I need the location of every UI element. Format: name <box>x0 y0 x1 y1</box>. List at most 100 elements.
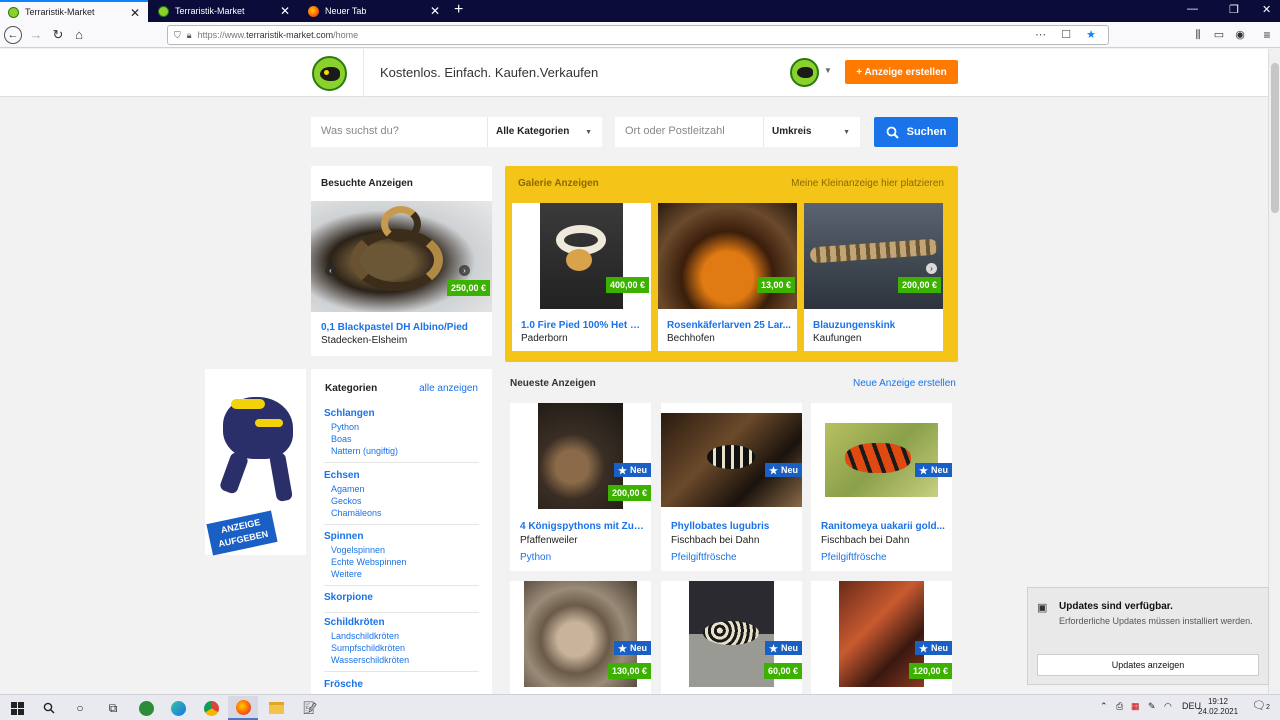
ad-title-link[interactable]: Phyllobates lugubris <box>671 521 797 532</box>
newest-ad-item[interactable]: Neu Ranitomeya uakarii gold... Fischbach… <box>811 403 952 571</box>
subcategory-link[interactable]: Echte Webspinnen <box>324 556 479 568</box>
visited-ad-image[interactable]: ‹ › 250,00 € <box>311 201 492 312</box>
subcategory-link[interactable]: Weitere <box>324 568 479 580</box>
pen-icon[interactable]: ✎ <box>1148 701 1156 712</box>
category-link[interactable]: Schildkröten <box>324 617 479 628</box>
category-link[interactable]: Skorpione <box>324 592 479 603</box>
newest-ad-item[interactable]: Neu Phyllobates lugubris Fischbach bei D… <box>661 403 802 571</box>
page-scrollbar[interactable] <box>1268 49 1280 694</box>
subcategory-link[interactable]: Python <box>324 421 479 433</box>
category-link[interactable]: Spinnen <box>324 531 479 542</box>
subcategory-link[interactable]: Agamen <box>324 483 479 495</box>
tab-title: Terraristik-Market <box>175 6 245 16</box>
task-view-icon[interactable]: ⧉ <box>104 699 122 717</box>
ad-category-link[interactable]: Pfeilgiftfrösche <box>671 552 737 563</box>
gallery-item[interactable]: 400,00 € 1.0 Fire Pied 100% Het G... Pad… <box>512 203 651 351</box>
newest-ad-item[interactable]: Neu 200,00 € 4 Königspythons mit Zub... … <box>510 403 651 571</box>
subcategory-link[interactable]: Landschildkröten <box>324 630 479 642</box>
back-icon[interactable]: ← <box>4 26 22 44</box>
show-all-categories-link[interactable]: alle anzeigen <box>419 383 478 394</box>
file-explorer-icon[interactable] <box>267 699 285 717</box>
tab-terraristik[interactable]: Terraristik-Market ✕ <box>150 0 298 22</box>
radius-select[interactable]: Umkreis ▼ <box>763 117 860 147</box>
window-close-icon[interactable]: ✕ <box>1262 3 1271 16</box>
close-tab-icon[interactable]: ✕ <box>280 4 290 18</box>
windows-start-icon[interactable] <box>8 699 26 717</box>
action-center-icon[interactable]: 🗨︎2 <box>1252 699 1270 712</box>
subcategory-link[interactable]: Wasserschildkröten <box>324 654 479 666</box>
notepad-icon[interactable]: 📝︎ <box>301 699 319 717</box>
location-input[interactable]: Ort oder Postleitzahl <box>615 117 763 147</box>
subcategory-link[interactable]: Geckos <box>324 495 479 507</box>
xbox-app-icon[interactable] <box>137 699 155 717</box>
create-ad-button[interactable]: + Anzeige erstellen <box>845 60 958 84</box>
newest-ads-title: Neueste Anzeigen <box>510 378 596 389</box>
close-tab-icon[interactable]: ✕ <box>430 4 440 18</box>
minimize-icon[interactable]: — <box>1187 3 1198 15</box>
edge-icon[interactable] <box>169 699 187 717</box>
carousel-next-icon[interactable]: › <box>459 265 470 276</box>
reload-icon[interactable]: ↻ <box>49 26 67 44</box>
ad-category-link[interactable]: Python <box>520 552 551 563</box>
subcategory-link[interactable]: Vogelspinnen <box>324 544 479 556</box>
category-link[interactable]: Schlangen <box>324 408 479 419</box>
page-actions-icons[interactable]: ⋯ ☐ ★ <box>1035 28 1102 41</box>
carousel-prev-icon[interactable]: ‹ <box>325 265 336 276</box>
ad-title-link[interactable]: 4 Königspythons mit Zub... <box>520 521 646 532</box>
gallery-item-title-link[interactable]: 1.0 Fire Pied 100% Het G... <box>521 320 645 331</box>
newest-ad-item[interactable]: Neu 60,00 € <box>661 581 802 694</box>
lock-icon[interactable]: 🔒︎ <box>187 30 192 41</box>
subcategory-link[interactable]: Boas <box>324 433 479 445</box>
account-icon[interactable]: ◉ <box>1231 26 1249 44</box>
chrome-icon[interactable] <box>202 699 220 717</box>
chevron-down-icon[interactable]: ▼ <box>824 66 832 75</box>
pdf-tray-icon[interactable]: ▦ <box>1131 701 1140 712</box>
clock[interactable]: 19:12 24.02.2021 <box>1198 697 1238 717</box>
library-icon[interactable]: ⫼ <box>1189 26 1207 44</box>
bookmark-star-icon[interactable]: ★ <box>1086 29 1102 41</box>
category-select[interactable]: Alle Kategorien ▼ <box>487 117 602 147</box>
menu-icon[interactable]: ≡ <box>1258 26 1276 44</box>
ad-title-link[interactable]: Ranitomeya uakarii gold... <box>821 521 947 532</box>
cortana-icon[interactable]: ○ <box>71 699 89 717</box>
visited-ad-title-link[interactable]: 0,1 Blackpastel DH Albino/Pied <box>321 322 486 333</box>
gallery-item[interactable]: › 200,00 € Blauzungenskink Kaufungen <box>804 203 943 351</box>
category-link[interactable]: Echsen <box>324 470 479 481</box>
search-icon[interactable] <box>40 699 58 717</box>
shield-icon[interactable]: ⛉ <box>174 30 181 41</box>
gallery-item-place: Paderborn <box>521 333 568 344</box>
tab-new-tab[interactable]: Neuer Tab ✕ <box>300 0 448 22</box>
carousel-next-icon[interactable]: › <box>926 263 937 274</box>
newest-ad-item[interactable]: Neu 120,00 € <box>811 581 952 694</box>
tray-expand-icon[interactable]: ⌃ <box>1100 701 1108 712</box>
gallery-item-title-link[interactable]: Blauzungenskink <box>813 320 937 331</box>
firefox-icon[interactable] <box>228 696 258 720</box>
gallery-item-title-link[interactable]: Rosenkäferlarven 25 Lar... <box>667 320 791 331</box>
ad-category-link[interactable]: Pfeilgiftfrösche <box>821 552 887 563</box>
restore-icon[interactable]: ❐ <box>1229 3 1239 16</box>
place-ad-banner[interactable]: ANZEIGE AUFGEBEN <box>205 369 306 556</box>
new-tab-icon[interactable]: + <box>454 1 463 19</box>
newest-ad-item[interactable]: Neu 130,00 € <box>510 581 651 694</box>
subcategory-link[interactable]: Chamäleons <box>324 507 479 519</box>
close-tab-icon[interactable]: ✕ <box>130 6 140 20</box>
search-input[interactable]: Was suchst du? <box>311 117 487 147</box>
tab-terraristik-active[interactable]: Terraristik-Market ✕ <box>0 0 148 22</box>
show-updates-button[interactable]: Updates anzeigen <box>1037 654 1259 676</box>
site-logo[interactable] <box>312 56 347 91</box>
sidebar-icon[interactable]: ▭ <box>1210 26 1228 44</box>
subcategory-link[interactable]: Sumpfschildkröten <box>324 642 479 654</box>
search-button[interactable]: Suchen <box>874 117 958 147</box>
create-new-ad-link[interactable]: Neue Anzeige erstellen <box>853 378 956 389</box>
gallery-item[interactable]: 13,00 € Rosenkäferlarven 25 Lar... Bechh… <box>658 203 797 351</box>
forward-icon[interactable]: → <box>27 26 45 44</box>
home-icon[interactable]: ⌂ <box>70 26 88 44</box>
wifi-icon[interactable]: ◠ <box>1164 701 1172 712</box>
category-link[interactable]: Frösche <box>324 679 479 690</box>
user-avatar[interactable] <box>790 58 819 87</box>
scrollbar-thumb[interactable] <box>1271 63 1279 213</box>
url-bar[interactable]: ⛉ 🔒︎ https://www. terraristik-market.com… <box>167 25 1109 45</box>
gallery-promo-link[interactable]: Meine Kleinanzeige hier platzieren <box>791 178 944 189</box>
tray-app-icon[interactable]: ⎙ <box>1116 701 1123 712</box>
subcategory-link[interactable]: Nattern (ungiftig) <box>324 445 479 457</box>
